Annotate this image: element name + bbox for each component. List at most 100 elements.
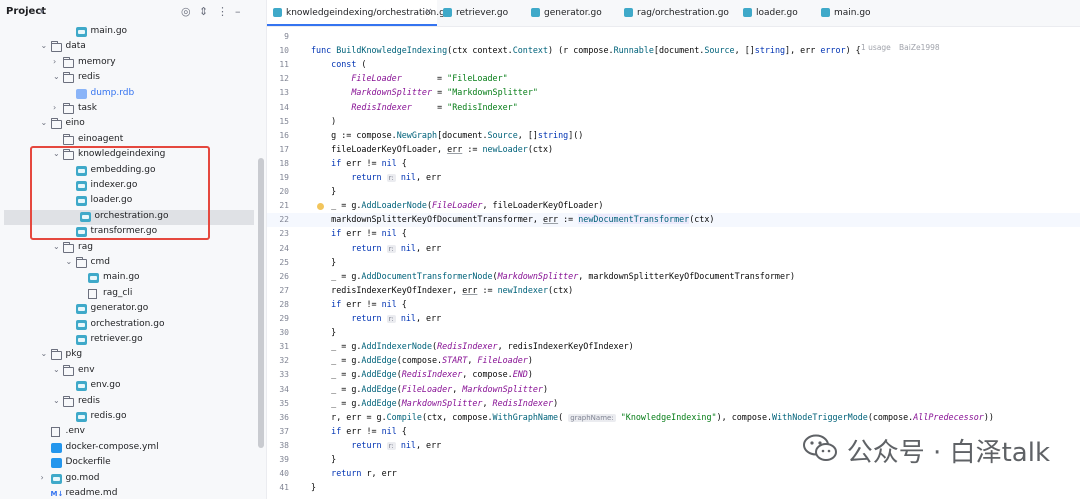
tree-item[interactable]: ⌄ redis <box>0 395 266 410</box>
tree-item[interactable]: ⌄ redis <box>0 71 266 86</box>
tab[interactable]: loader.go <box>737 0 815 26</box>
code-line[interactable]: } <box>311 327 336 337</box>
code-line[interactable]: _ = g.AddEdge(FileLoader, MarkdownSplitt… <box>311 384 548 394</box>
tree-item[interactable]: Dockerfile <box>0 456 266 471</box>
tab-label: retriever.go <box>456 8 509 18</box>
usage-hint[interactable]: 1 usage <box>861 43 891 52</box>
tab[interactable]: generator.go <box>525 0 618 26</box>
tree-item[interactable]: › task <box>0 102 266 117</box>
tree-item[interactable]: › go.mod <box>0 472 266 487</box>
code-line[interactable]: } <box>311 186 336 196</box>
target-icon[interactable]: ◎ <box>181 5 191 18</box>
tree-item[interactable]: M↓ readme.md <box>0 487 266 499</box>
code-line[interactable]: _ = g.AddLoaderNode(FileLoader, fileLoad… <box>311 200 603 210</box>
line-number: 36 <box>279 412 289 422</box>
go-file-icon <box>821 8 830 17</box>
code-line[interactable]: func BuildKnowledgeIndexing(ctx context.… <box>311 45 861 55</box>
chevron-down-icon[interactable]: ⌄ <box>41 349 48 358</box>
more-icon[interactable]: ⋮ <box>217 5 228 18</box>
tree-item[interactable]: rag_cli <box>0 287 266 302</box>
tab[interactable]: main.go <box>815 0 885 26</box>
chevron-down-icon[interactable]: ⌄ <box>53 365 60 374</box>
tab[interactable]: rag/orchestration.go <box>618 0 737 26</box>
close-icon[interactable]: × <box>425 7 433 17</box>
tree-item[interactable]: .env <box>0 425 266 440</box>
code-line[interactable]: if err != nil { <box>311 228 407 238</box>
code-line[interactable]: ) <box>311 116 336 126</box>
tree-item[interactable]: main.go <box>0 271 266 286</box>
code-line[interactable]: return r, err <box>311 468 397 478</box>
tree-item[interactable]: redis.go <box>0 410 266 425</box>
code-line[interactable]: _ = g.AddEdge(RedisIndexer, compose.END) <box>311 369 533 379</box>
code-line[interactable]: _ = g.AddEdge(compose.START, FileLoader) <box>311 355 533 365</box>
tab[interactable]: knowledgeindexing/orchestration.go × <box>267 0 450 26</box>
chevron-down-icon[interactable]: ▾ <box>40 7 44 16</box>
tree-item[interactable]: ⌄ rag <box>0 241 266 256</box>
go-file-icon <box>531 8 540 17</box>
tree-item[interactable]: docker-compose.yml <box>0 441 266 456</box>
code-line[interactable]: const ( <box>311 59 366 69</box>
scrollbar[interactable] <box>258 158 264 448</box>
code-line[interactable]: MarkdownSplitter = "MarkdownSplitter" <box>311 87 538 97</box>
code-line[interactable]: _ = g.AddDocumentTransformerNode(Markdow… <box>311 271 795 281</box>
folder-icon <box>50 349 62 361</box>
code-line[interactable]: return r: nil, err <box>311 172 441 182</box>
code-line[interactable]: return r: nil, err <box>311 440 441 450</box>
expand-icon[interactable]: ⇕ <box>199 5 208 18</box>
tree-item[interactable]: dump.rdb <box>0 87 266 102</box>
project-panel-header: Project ▾ ◎ ⇕ ⋮ – <box>0 0 266 26</box>
chevron-down-icon[interactable]: ⌄ <box>53 242 60 251</box>
tree-item-label: cmd <box>90 257 110 267</box>
code-line[interactable]: } <box>311 482 316 492</box>
tree-item[interactable]: ⌄ data <box>0 40 266 55</box>
tree-item-label: Dockerfile <box>65 457 111 468</box>
code-line[interactable]: if err != nil { <box>311 426 407 436</box>
tree-item-label: generator.go <box>90 303 149 314</box>
chevron-right-icon[interactable]: › <box>53 103 56 112</box>
code-line[interactable]: return r: nil, err <box>311 243 441 253</box>
wechat-icon <box>802 434 837 461</box>
tree-item[interactable]: › memory <box>0 56 266 71</box>
chevron-down-icon[interactable]: ⌄ <box>41 118 48 127</box>
chevron-down-icon[interactable]: ⌄ <box>53 72 60 81</box>
chevron-right-icon[interactable]: › <box>41 473 44 482</box>
code-line[interactable]: markdownSplitterKeyOfDocumentTransformer… <box>311 214 714 225</box>
code-line[interactable]: } <box>311 257 336 267</box>
folder-icon <box>50 118 62 130</box>
code-line[interactable]: if err != nil { <box>311 158 407 168</box>
code-line[interactable]: _ = g.AddEdge(MarkdownSplitter, RedisInd… <box>311 398 558 408</box>
code-line[interactable]: RedisIndexer = "RedisIndexer" <box>311 102 517 112</box>
tree-item[interactable]: retriever.go <box>0 333 266 348</box>
minimize-icon[interactable]: – <box>235 5 241 18</box>
tree-item[interactable]: ⌄ cmd <box>0 256 266 271</box>
chevron-down-icon[interactable]: ⌄ <box>53 396 60 405</box>
tree-item[interactable]: main.go <box>0 25 266 40</box>
tree-item[interactable]: ⌄ eino <box>0 117 266 132</box>
code-line[interactable]: r, err = g.Compile(ctx, compose.WithGrap… <box>311 412 994 422</box>
tree-item-label: main.go <box>103 272 140 283</box>
tree-item[interactable]: ⌄ pkg <box>0 348 266 363</box>
code-line[interactable]: if err != nil { <box>311 299 407 309</box>
code-editor[interactable]: 9 10 func BuildKnowledgeIndexing(ctx conte… <box>267 27 1080 499</box>
code-line[interactable]: } <box>311 454 336 464</box>
code-line[interactable]: FileLoader = "FileLoader" <box>311 73 507 83</box>
line-number: 35 <box>279 398 289 408</box>
folder-icon <box>63 364 74 376</box>
chevron-down-icon[interactable]: ⌄ <box>41 41 48 50</box>
line-number: 17 <box>279 144 289 154</box>
code-line[interactable]: redisIndexerKeyOfIndexer, err := newInde… <box>311 285 573 295</box>
code-line[interactable]: fileLoaderKeyOfLoader, err := newLoader(… <box>311 144 553 154</box>
tree-item[interactable]: ⌄ env <box>0 364 266 379</box>
code-line[interactable]: _ = g.AddIndexerNode(RedisIndexer, redis… <box>311 341 634 351</box>
chevron-down-icon[interactable]: ⌄ <box>66 257 73 266</box>
go-file-icon <box>75 381 87 392</box>
code-line[interactable]: return r: nil, err <box>311 313 441 323</box>
tree-item[interactable]: env.go <box>0 379 266 394</box>
tab[interactable]: retriever.go <box>437 0 525 26</box>
line-number: 23 <box>279 229 289 239</box>
line-number: 13 <box>279 88 289 98</box>
tree-item[interactable]: generator.go <box>0 302 266 317</box>
chevron-right-icon[interactable]: › <box>53 57 56 66</box>
tree-item[interactable]: orchestration.go <box>0 318 266 333</box>
code-line[interactable]: g := compose.NewGraph[document.Source, [… <box>311 130 583 140</box>
